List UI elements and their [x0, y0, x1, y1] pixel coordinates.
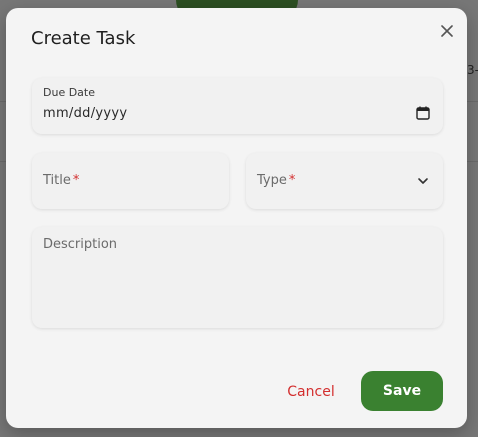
type-placeholder: Type * — [257, 173, 295, 188]
description-placeholder: Description — [43, 237, 118, 252]
description-field[interactable]: Description — [32, 227, 443, 328]
create-task-dialog: Create Task Due Date mm/dd/yyyy Title * T… — [6, 8, 467, 428]
background-peek-text: 3- — [467, 63, 478, 77]
cancel-button[interactable]: Cancel — [276, 377, 346, 407]
save-button[interactable]: Save — [361, 371, 443, 411]
required-mark: * — [288, 173, 296, 188]
calendar-icon[interactable] — [415, 105, 431, 121]
due-date-input[interactable]: mm/dd/yyyy — [43, 106, 127, 121]
due-date-label: Due Date — [43, 86, 95, 99]
chevron-down-icon[interactable] — [415, 173, 431, 189]
type-label: Type — [257, 173, 287, 188]
required-mark: * — [72, 173, 80, 188]
title-label: Title — [43, 173, 71, 188]
dialog-title: Create Task — [31, 28, 136, 49]
due-date-field[interactable]: Due Date mm/dd/yyyy — [32, 78, 443, 134]
close-button[interactable] — [436, 20, 458, 42]
title-placeholder: Title * — [43, 173, 79, 188]
title-field[interactable]: Title * — [32, 153, 229, 209]
type-select[interactable]: Type * — [246, 153, 443, 209]
close-icon — [441, 25, 453, 37]
